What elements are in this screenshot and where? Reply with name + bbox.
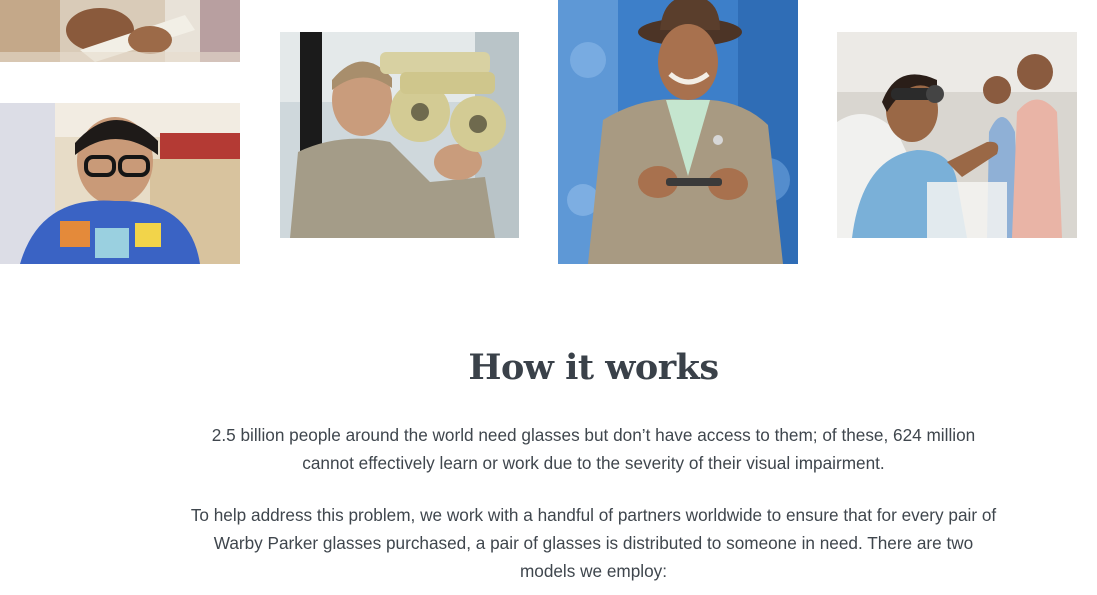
photo-girl-eye-test bbox=[837, 32, 1077, 238]
section-title: How it works bbox=[468, 347, 719, 388]
photo-optometrist-with-phoropter bbox=[280, 32, 519, 238]
intro-paragraph: 2.5 billion people around the world need… bbox=[211, 425, 976, 473]
page: How it works 2.5 billion people around t… bbox=[0, 0, 1097, 595]
photo-hands-with-paper bbox=[0, 0, 240, 62]
models-paragraph: To help address this problem, we work wi… bbox=[190, 505, 997, 581]
photo-smiling-man-with-hat bbox=[558, 0, 798, 264]
photo-boy-in-glasses bbox=[0, 103, 240, 264]
